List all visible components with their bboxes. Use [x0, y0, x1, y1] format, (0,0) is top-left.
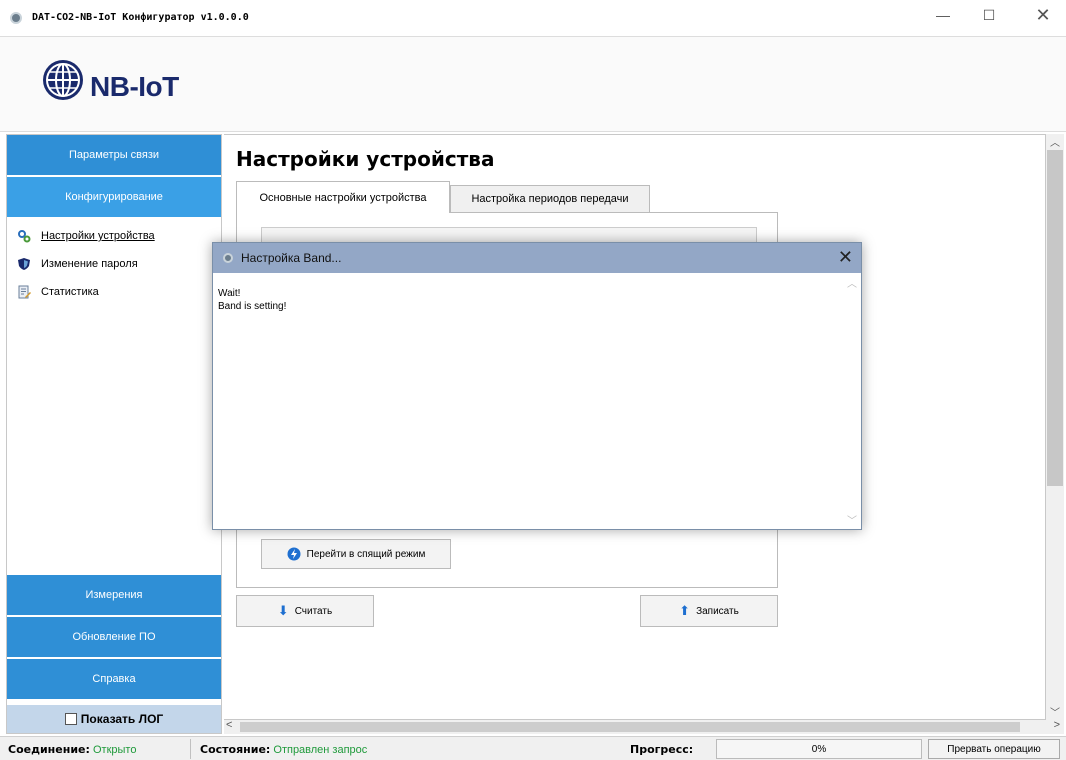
sidebar: Параметры связи Конфигурирование Настрой…	[6, 134, 222, 734]
dialog-close-icon[interactable]: ✕	[838, 247, 853, 268]
power-bolt-icon	[287, 547, 301, 561]
dialog-title-bar[interactable]: Настройка Band... ✕	[213, 243, 861, 273]
dialog-scrollbar[interactable]: ︿ ﹀	[845, 275, 859, 527]
dialog-app-icon	[223, 253, 233, 263]
maximize-button[interactable]: ☐	[966, 0, 1012, 30]
download-arrow-icon: ⬇	[277, 603, 289, 618]
sidebar-firmware-update-button[interactable]: Обновление ПО	[7, 617, 221, 657]
sidebar-comm-params-button[interactable]: Параметры связи	[7, 135, 221, 175]
scroll-up-icon[interactable]: ︿	[1046, 134, 1064, 150]
upload-arrow-icon: ⬆	[679, 603, 691, 618]
document-edit-icon	[18, 285, 31, 299]
band-setting-dialog: Настройка Band... ✕ Wait! Band is settin…	[212, 242, 862, 530]
sidebar-configuring-button[interactable]: Конфигурирование	[7, 177, 221, 217]
sleep-mode-label: Перейти в спящий режим	[306, 548, 426, 560]
abort-operation-button[interactable]: Прервать операцию	[928, 739, 1060, 759]
status-divider	[190, 739, 191, 759]
progress-status: Прогресс:	[630, 743, 693, 756]
dialog-scroll-up-icon[interactable]: ︿	[845, 275, 859, 290]
sidebar-item-change-password[interactable]: Изменение пароля	[17, 255, 138, 273]
write-label: Записать	[696, 605, 739, 617]
globe-logo-icon	[43, 60, 83, 100]
horizontal-scrollbar[interactable]: < >	[224, 719, 1064, 734]
scroll-left-icon[interactable]: <	[226, 719, 232, 731]
shield-icon	[18, 258, 30, 270]
state-label: Состояние:	[200, 743, 271, 756]
sidebar-item-label: Изменение пароля	[41, 258, 138, 270]
read-label: Считать	[294, 605, 333, 617]
show-log-label: Показать ЛОГ	[80, 712, 164, 726]
connection-status: Соединение: Открыто	[8, 743, 136, 756]
dialog-scroll-down-icon[interactable]: ﹀	[845, 512, 859, 527]
connection-label: Соединение:	[8, 743, 90, 756]
sidebar-help-button[interactable]: Справка	[7, 659, 221, 699]
dialog-message-line: Wait!	[218, 288, 241, 299]
minimize-button[interactable]: —	[920, 0, 966, 30]
dialog-title: Настройка Band...	[241, 251, 342, 265]
logo-text: NB-IoT	[90, 71, 179, 102]
connection-value: Открыто	[92, 744, 137, 756]
sidebar-item-label: Статистика	[41, 286, 99, 298]
page-title: Настройки устройства	[236, 147, 495, 171]
read-button[interactable]: ⬇ Считать	[236, 595, 374, 627]
vertical-scroll-thumb[interactable]	[1047, 150, 1063, 486]
state-status: Состояние: Отправлен запрос	[200, 743, 367, 756]
app-icon	[10, 12, 22, 24]
close-window-button[interactable]: ✕	[1020, 0, 1066, 30]
status-bar: Соединение: Открыто Состояние: Отправлен…	[0, 736, 1066, 760]
horizontal-scroll-thumb[interactable]	[240, 722, 1020, 732]
sidebar-item-device-settings[interactable]: Настройки устройства	[17, 227, 155, 245]
vertical-scrollbar[interactable]: ︿ ﹀	[1046, 134, 1064, 720]
settings-group-box	[261, 227, 757, 243]
progress-bar: 0%	[716, 739, 922, 759]
gears-icon	[18, 230, 31, 243]
tab-transmission-periods[interactable]: Настройка периодов передачи	[450, 185, 650, 213]
sidebar-measurements-button[interactable]: Измерения	[7, 575, 221, 615]
sidebar-item-label: Настройки устройства	[41, 230, 155, 242]
progress-value: 0%	[811, 743, 827, 755]
state-value: Отправлен запрос	[273, 744, 368, 756]
progress-label: Прогресс:	[630, 743, 694, 756]
show-log-toggle[interactable]: Показать ЛОГ	[7, 705, 221, 733]
scroll-down-icon[interactable]: ﹀	[1046, 704, 1064, 720]
write-button[interactable]: ⬆ Записать	[640, 595, 778, 627]
scroll-right-icon[interactable]: >	[1054, 719, 1060, 731]
dialog-message-line: Band is setting!	[218, 301, 287, 312]
window-title: DAT-CO2-NB-IoT Конфигуратор v1.0.0.0	[32, 12, 249, 23]
tab-basic-settings[interactable]: Основные настройки устройства	[236, 181, 450, 213]
logo-area: NB-IoT	[0, 36, 1066, 132]
show-log-checkbox[interactable]	[64, 713, 77, 725]
sleep-mode-button[interactable]: Перейти в спящий режим	[261, 539, 451, 569]
dialog-message-area: Wait! Band is setting!	[217, 273, 849, 527]
title-bar: DAT-CO2-NB-IoT Конфигуратор v1.0.0.0 — ☐…	[0, 0, 1066, 36]
sidebar-item-statistics[interactable]: Статистика	[17, 283, 99, 301]
